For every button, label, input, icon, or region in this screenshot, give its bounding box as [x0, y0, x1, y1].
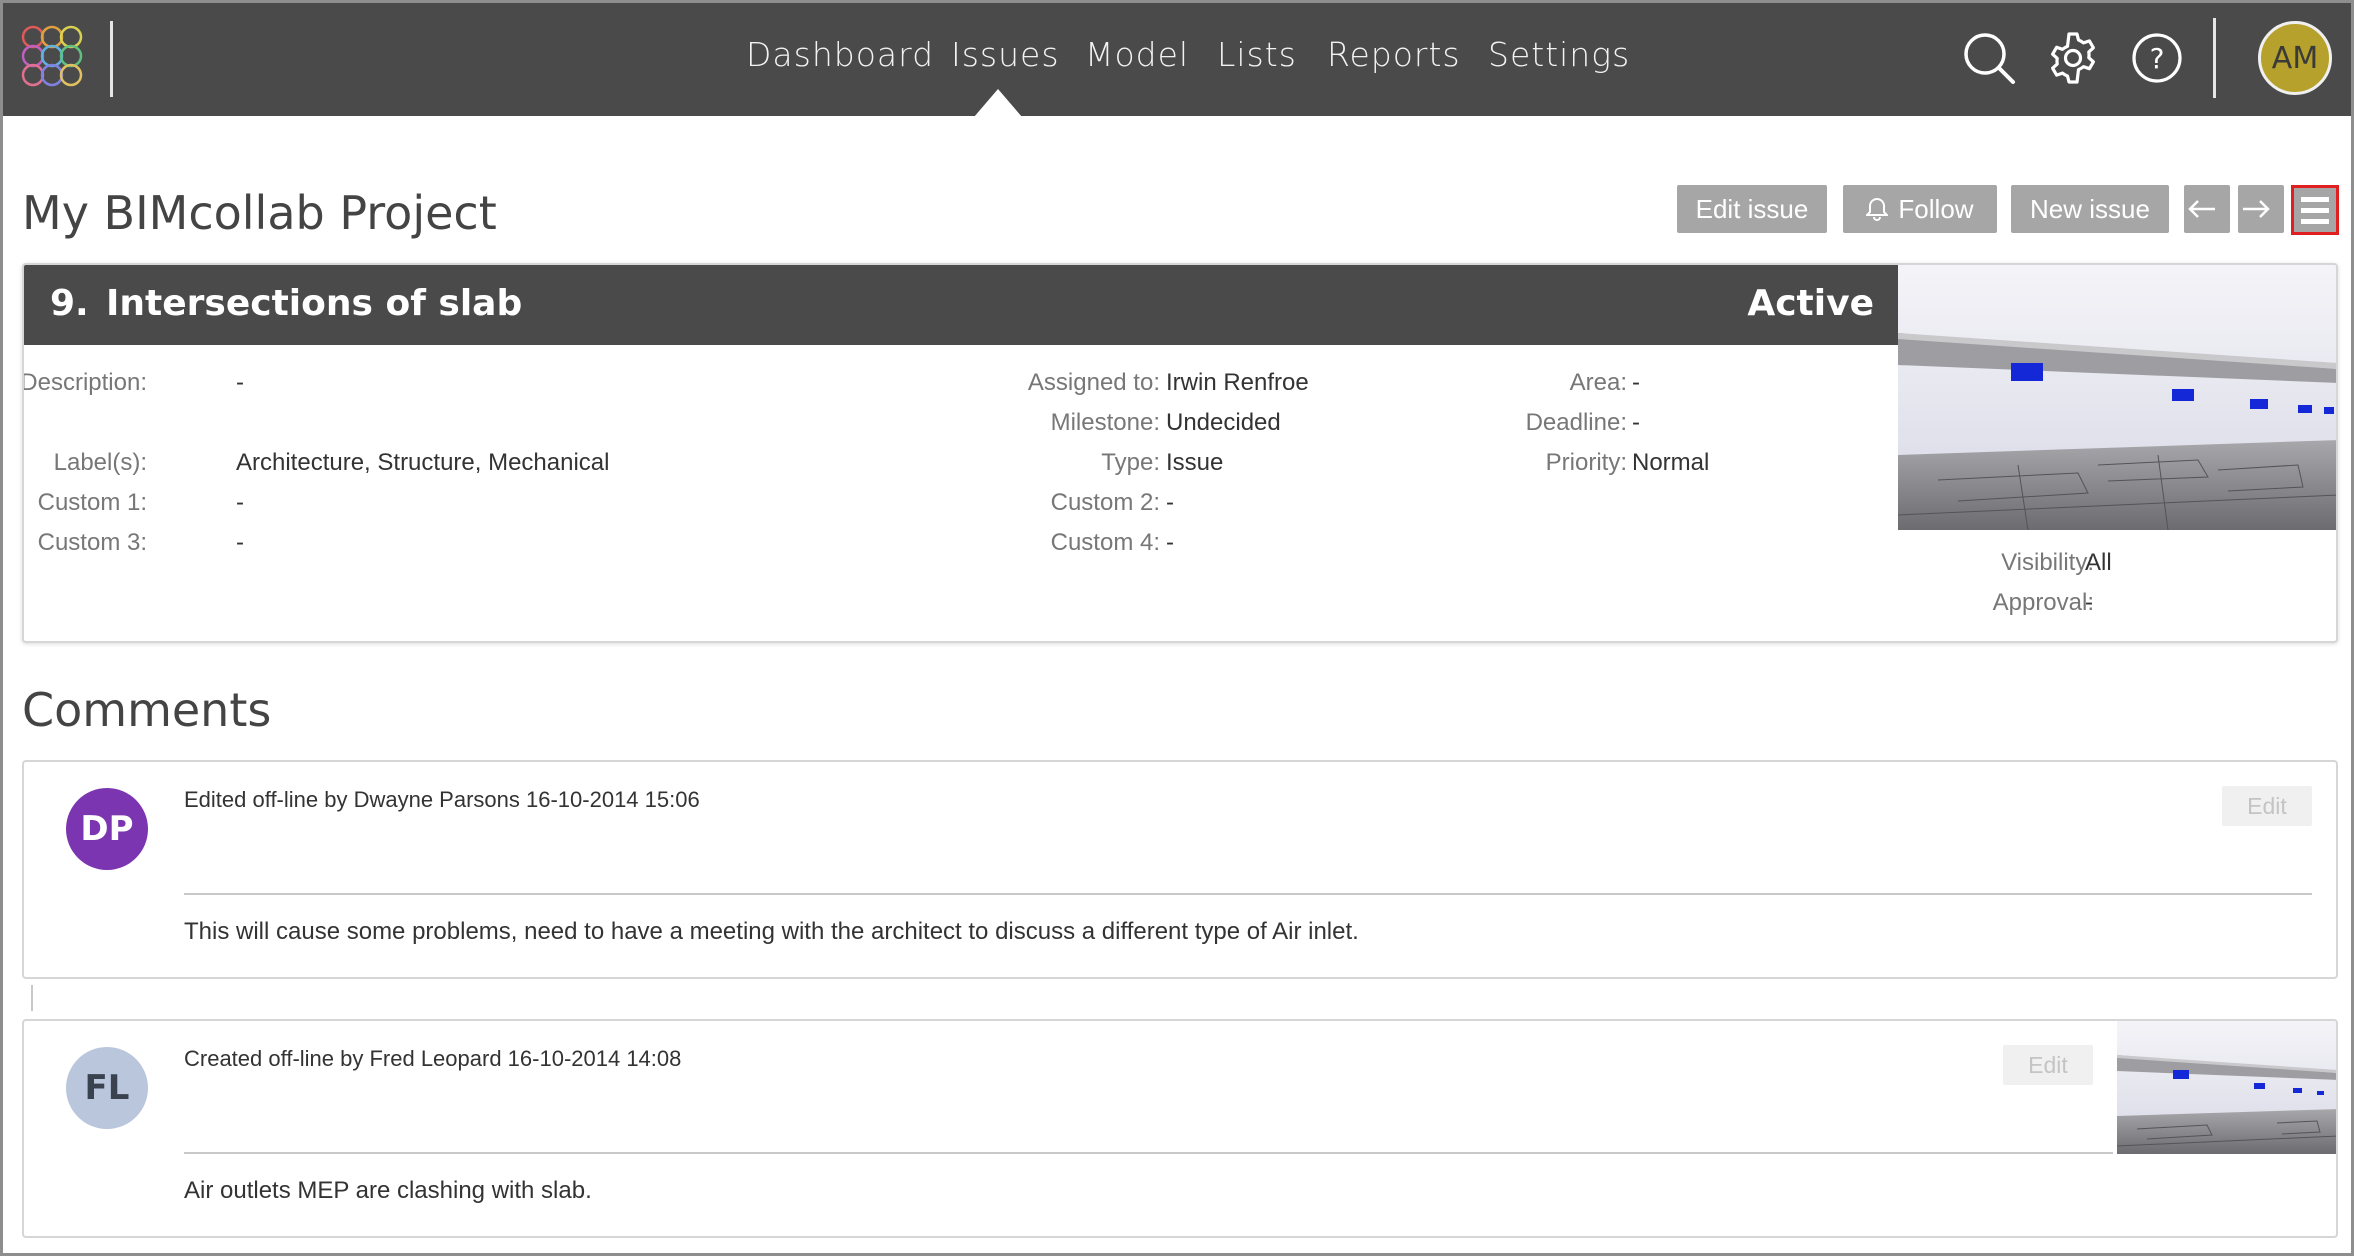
user-avatar[interactable]: AM [2258, 21, 2332, 95]
comment-divider [184, 1152, 2113, 1154]
comment-avatar: FL [66, 1047, 148, 1129]
comment-item: FL Created off-line by Fred Leopard 16-1… [22, 1019, 2338, 1238]
issue-title: Intersections of slab [106, 283, 523, 324]
menu-line-icon [2301, 218, 2329, 224]
svg-text:?: ? [2150, 42, 2165, 75]
new-issue-label: New issue [2030, 193, 2150, 224]
nav-dashboard[interactable]: Dashboard [746, 35, 934, 81]
arrow-right-icon [2243, 200, 2270, 218]
comment-meta: Edited off-line by Dwayne Parsons 16-10-… [184, 787, 700, 812]
area-label: Area: [1569, 369, 1627, 396]
search-icon[interactable] [1961, 30, 2017, 86]
new-issue-button[interactable]: New issue [2011, 185, 2169, 233]
gear-icon[interactable] [2045, 30, 2101, 86]
comment-avatar: DP [66, 788, 148, 870]
nav-model[interactable]: Model [1085, 35, 1189, 81]
bell-icon [1866, 197, 1889, 221]
comment-connector [31, 985, 33, 1011]
custom-2-label: Custom 2: [1050, 489, 1160, 516]
deadline-label: Deadline: [1525, 409, 1627, 436]
custom-2-value: - [1166, 489, 1174, 516]
visibility-label: Visibility: [2001, 549, 2094, 576]
page-title: My BIMcollab Project [22, 186, 497, 240]
comment-edit-button[interactable]: Edit [2222, 786, 2312, 826]
nav-reports[interactable]: Reports [1327, 35, 1461, 81]
follow-button[interactable]: Follow [1843, 185, 1997, 233]
comment-meta: Created off-line by Fred Leopard 16-10-2… [184, 1046, 682, 1071]
edit-issue-button[interactable]: Edit issue [1677, 185, 1827, 233]
deadline-value: - [1632, 409, 1640, 436]
arrow-left-icon [2188, 200, 2215, 218]
field-deadline: Deadline: - [24, 409, 2336, 439]
next-issue-button[interactable] [2238, 185, 2284, 233]
field-visibility: Visibility: All [24, 549, 2336, 579]
menu-line-icon [2301, 207, 2329, 213]
issue-number: 9. [50, 283, 89, 324]
issue-header: 9. Intersections of slab Active [24, 265, 1898, 345]
comment-snapshot[interactable] [2117, 1021, 2336, 1154]
user-divider [2213, 18, 2216, 98]
priority-value: Normal [1632, 449, 1710, 476]
nav-settings[interactable]: Settings [1488, 35, 1630, 81]
previous-issue-button[interactable] [2184, 185, 2230, 233]
help-icon[interactable]: ? [2129, 30, 2185, 86]
field-area: Area: - [24, 369, 2336, 399]
comments-heading: Comments [22, 683, 272, 737]
comment-text: Air outlets MEP are clashing with slab. [184, 1177, 592, 1204]
nav-issues[interactable]: Issues [951, 35, 1060, 81]
priority-label: Priority: [1545, 449, 1627, 476]
active-nav-indicator [974, 89, 1022, 117]
hamburger-menu-button[interactable] [2291, 185, 2339, 235]
top-navbar: Dashboard Issues Model Lists Reports Set… [3, 3, 2351, 117]
comment-edit-button[interactable]: Edit [2003, 1045, 2093, 1085]
field-custom-2: Custom 2: - [24, 489, 2336, 519]
field-approval: Approval: - [24, 589, 2336, 619]
comment-divider [184, 893, 2312, 895]
area-value: - [1632, 369, 1640, 396]
approval-value: - [2085, 589, 2093, 616]
field-priority: Priority: Normal [24, 449, 2336, 479]
menu-line-icon [2301, 196, 2329, 202]
edit-issue-label: Edit issue [1695, 193, 1809, 224]
visibility-value: All [2085, 549, 2112, 576]
approval-label: Approval: [1992, 589, 2094, 616]
comment-item: DP Edited off-line by Dwayne Parsons 16-… [22, 760, 2338, 979]
follow-label: Follow [1898, 193, 1974, 224]
comment-text: This will cause some problems, need to h… [184, 918, 1359, 945]
issue-status: Active [1747, 283, 1874, 324]
issue-card: 9. Intersections of slab Active Descript… [22, 263, 2338, 643]
nav-lists[interactable]: Lists [1217, 35, 1297, 81]
